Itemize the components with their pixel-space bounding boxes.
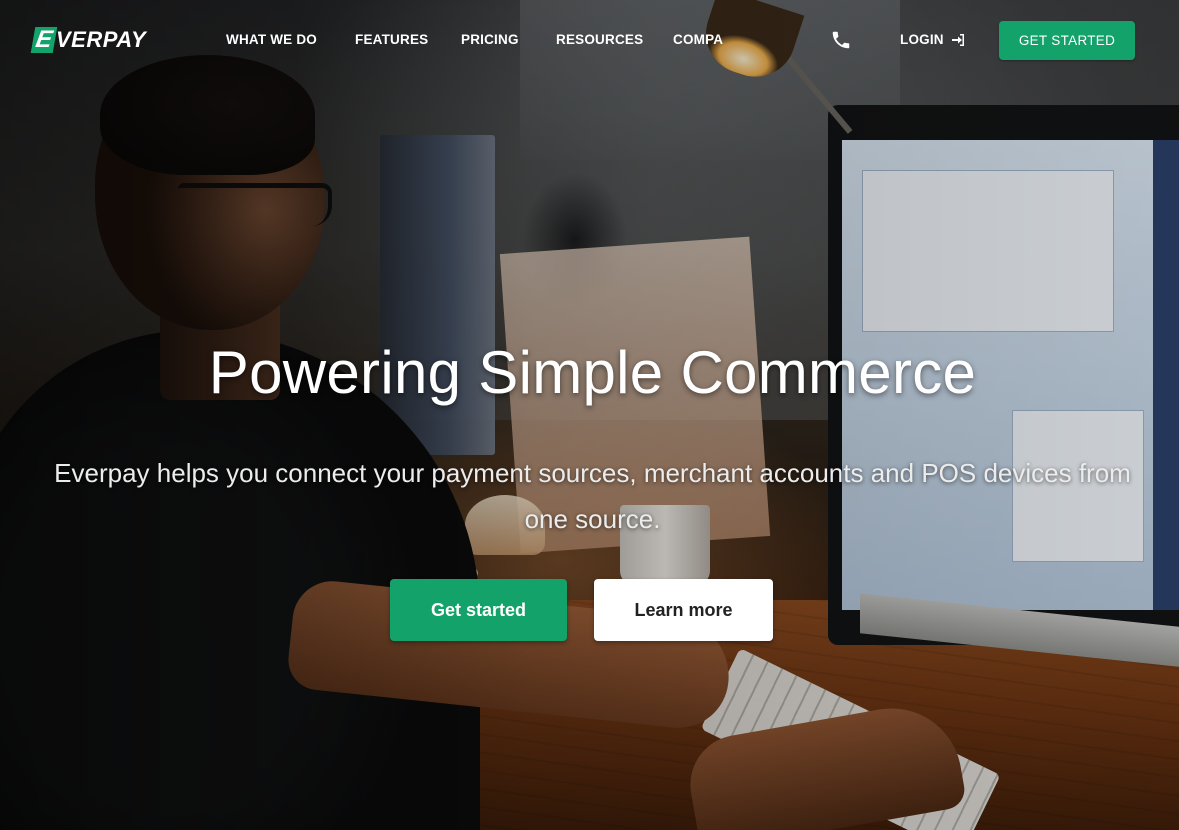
nav-item-features[interactable]: FEATURES — [355, 32, 428, 47]
get-started-button[interactable]: Get started — [390, 579, 567, 641]
nav-item-pricing[interactable]: PRICING — [461, 32, 519, 47]
hero-title: Powering Simple Commerce — [208, 339, 977, 406]
hero-background-image — [0, 0, 1179, 830]
get-started-nav-button[interactable]: GET STARTED — [999, 21, 1135, 60]
hero-subtitle: Everpay helps you connect your payment s… — [54, 458, 1131, 534]
sign-in-icon — [951, 34, 964, 47]
dark-overlay — [0, 0, 1179, 830]
login-label: LOGIN — [900, 32, 944, 47]
nav-item-resources[interactable]: RESOURCES — [556, 32, 643, 47]
login-link[interactable]: LOGIN — [900, 32, 964, 47]
everpay-logo[interactable]: E VERPAY — [30, 26, 147, 54]
phone-icon[interactable] — [830, 29, 852, 51]
logo-text: VERPAY — [56, 27, 147, 52]
logo-mark: E — [30, 26, 58, 53]
learn-more-button[interactable]: Learn more — [594, 579, 773, 641]
nav-item-company[interactable]: COMPA — [673, 32, 723, 47]
nav-item-what-we-do[interactable]: WHAT WE DO — [226, 32, 317, 47]
top-navbar: E VERPAY WHAT WE DO FEATURES PRICING RES… — [0, 0, 1179, 82]
